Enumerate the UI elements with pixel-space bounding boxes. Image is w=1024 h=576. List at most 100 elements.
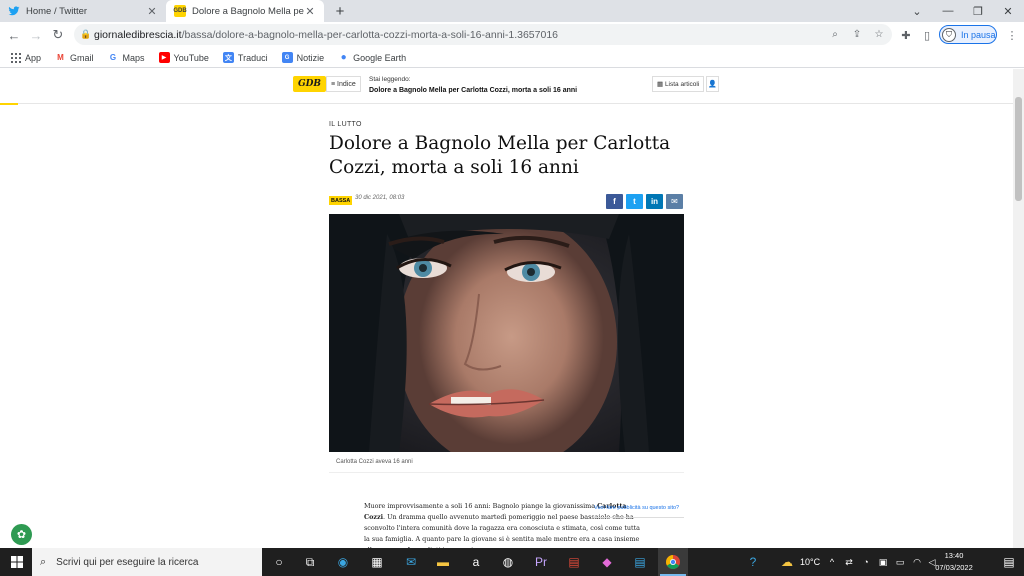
amazon-icon[interactable]: a: [461, 548, 491, 576]
bookmark-google-earth[interactable]: ● Google Earth: [338, 52, 407, 63]
taskbar-search-input[interactable]: ⌕ Scrivi qui per eseguire la ricerca: [32, 548, 262, 576]
close-window-icon[interactable]: ✕: [993, 0, 1023, 22]
advertise-link[interactable]: Vuoi fare pubblicità su questo sito?: [594, 505, 679, 511]
bookmark-notizie[interactable]: G Notizie: [281, 52, 325, 63]
address-bar[interactable]: 🔒 giornaledibrescia.it/bassa/dolore-a-ba…: [74, 24, 892, 45]
minimize-icon[interactable]: —: [933, 0, 963, 22]
bookmark-maps[interactable]: G Maps: [108, 52, 145, 63]
forward-icon[interactable]: →: [25, 24, 47, 46]
bookmark-label: Traduci: [237, 52, 268, 63]
url-domain: giornaledibrescia.it: [94, 28, 182, 41]
store-icon[interactable]: ▦: [362, 548, 392, 576]
premiere-icon[interactable]: Pr: [526, 548, 556, 576]
cortana-icon[interactable]: ○: [264, 548, 294, 576]
weather-icon[interactable]: ☁: [772, 548, 802, 576]
divider: [329, 472, 684, 473]
article-hero-image: [329, 214, 684, 452]
linkedin-share-icon[interactable]: in: [646, 194, 663, 209]
reading-title: Dolore a Bagnolo Mella per Carlotta Cozz…: [369, 87, 578, 94]
bookmark-gmail[interactable]: M Gmail: [55, 52, 94, 63]
file-explorer-icon[interactable]: ▬: [428, 548, 458, 576]
bookmark-label: App: [25, 52, 42, 63]
gdb-favicon-text: GDB: [173, 8, 187, 14]
tab-article[interactable]: GDB Dolore a Bagnolo Mella per Carlo ✕: [166, 0, 324, 22]
back-icon[interactable]: ←: [3, 24, 25, 46]
gmail-icon: M: [57, 53, 64, 62]
bookmark-label: YouTube: [173, 52, 209, 63]
lista-articoli-button[interactable]: ▦ Lista articoli: [652, 76, 705, 92]
facebook-share-icon[interactable]: f: [606, 194, 623, 209]
reload-icon[interactable]: ↻: [47, 24, 69, 46]
bookmark-label: Google Earth: [353, 52, 407, 63]
taskbar-clock[interactable]: 13:40 07/03/2022: [926, 550, 982, 574]
temperature[interactable]: 10°C: [800, 548, 820, 576]
profile-label: In pausa: [961, 29, 996, 40]
indice-button[interactable]: ≡ Indice: [326, 76, 361, 92]
article-category: IL LUTTO: [329, 121, 362, 128]
lock-icon: 🔒: [80, 29, 92, 39]
help-icon[interactable]: ?: [738, 548, 768, 576]
clock-time: 13:40: [944, 551, 964, 560]
twitter-share-icon[interactable]: t: [626, 194, 643, 209]
edge-icon[interactable]: ◉: [328, 548, 358, 576]
maps-icon: G: [109, 53, 117, 62]
bookmark-label: Notizie: [296, 52, 325, 63]
url-text: giornaledibrescia.it/bassa/dolore-a-bagn…: [94, 29, 558, 41]
zoom-icon[interactable]: ⌕: [826, 24, 844, 45]
chevron-down-icon[interactable]: ⌄: [902, 0, 932, 22]
tab-title: Home / Twitter: [26, 5, 88, 17]
apps-grid-icon: [10, 52, 21, 63]
gdb-icon: GDB: [173, 5, 187, 17]
bookmark-label: Gmail: [70, 52, 94, 63]
article-date: 30 dic 2021, 08:03: [355, 195, 405, 201]
email-share-icon[interactable]: ✉: [666, 194, 683, 209]
pdf-icon[interactable]: ▤: [559, 548, 589, 576]
section-badge[interactable]: BASSA: [329, 196, 353, 205]
accessibility-icon[interactable]: ✿: [11, 524, 32, 545]
body-text-part: Muore improvvisamente a soli 16 anni: Ba…: [364, 502, 598, 510]
chrome-taskbar-icon[interactable]: [658, 548, 688, 576]
divider: [593, 517, 684, 518]
side-panel-icon[interactable]: ▯: [917, 24, 937, 46]
tab-twitter[interactable]: Home / Twitter ✕: [0, 0, 166, 22]
youtube-icon: ▶: [158, 52, 170, 63]
chevron-up-icon[interactable]: ^: [822, 548, 842, 576]
extensions-icon[interactable]: ✚: [896, 24, 916, 46]
document-icon[interactable]: ▤: [625, 548, 655, 576]
new-tab-button[interactable]: +: [330, 0, 350, 22]
avatar: ⛉: [942, 27, 956, 42]
star-icon[interactable]: ☆: [870, 24, 888, 45]
tray-app-icon[interactable]: ◔: [857, 548, 875, 576]
twitter-icon: [8, 5, 20, 17]
scrollbar-thumb[interactable]: [1015, 97, 1022, 201]
close-tab-icon[interactable]: ✕: [304, 5, 316, 18]
profile-button[interactable]: ⛉ In pausa: [939, 25, 997, 44]
search-placeholder: Scrivi qui per eseguire la ricerca: [56, 556, 199, 568]
task-view-icon[interactable]: ⧉: [295, 548, 325, 576]
reading-label: Stai leggendo:: [369, 76, 411, 83]
news-icon: G: [281, 52, 293, 63]
site-logo[interactable]: GDB: [293, 76, 326, 92]
bookmark-traduci[interactable]: 文 Traduci: [222, 52, 268, 63]
share-icon[interactable]: ⇪: [848, 24, 866, 45]
body-text-part: . Un dramma quello avvenuto martedì pome…: [364, 513, 640, 548]
notifications-icon[interactable]: ▤: [994, 548, 1024, 576]
menu-kebab-icon[interactable]: ⋮: [1002, 24, 1022, 46]
user-icon[interactable]: 👤: [706, 76, 719, 92]
close-tab-icon[interactable]: ✕: [146, 5, 158, 18]
mail-icon[interactable]: ✉: [396, 548, 426, 576]
translate-icon: 文: [222, 52, 234, 63]
restore-icon[interactable]: ❐: [963, 0, 993, 22]
article-headline: Dolore a Bagnolo Mella per Carlotta Cozz…: [329, 133, 671, 178]
battery-icon[interactable]: ▭: [891, 548, 909, 576]
page-scrollbar[interactable]: [1013, 69, 1024, 548]
tray-app-icon[interactable]: ▣: [874, 548, 892, 576]
bookmark-youtube[interactable]: ▶ YouTube: [158, 52, 209, 63]
windows-start-icon[interactable]: [2, 548, 32, 576]
app-icon[interactable]: ◍: [493, 548, 523, 576]
photos-icon[interactable]: ◆: [592, 548, 622, 576]
bookmark-app[interactable]: App: [10, 52, 41, 63]
tray-app-icon[interactable]: ⇄: [840, 548, 858, 576]
bookmark-label: Maps: [122, 52, 145, 63]
wifi-icon[interactable]: ◠: [908, 548, 926, 576]
